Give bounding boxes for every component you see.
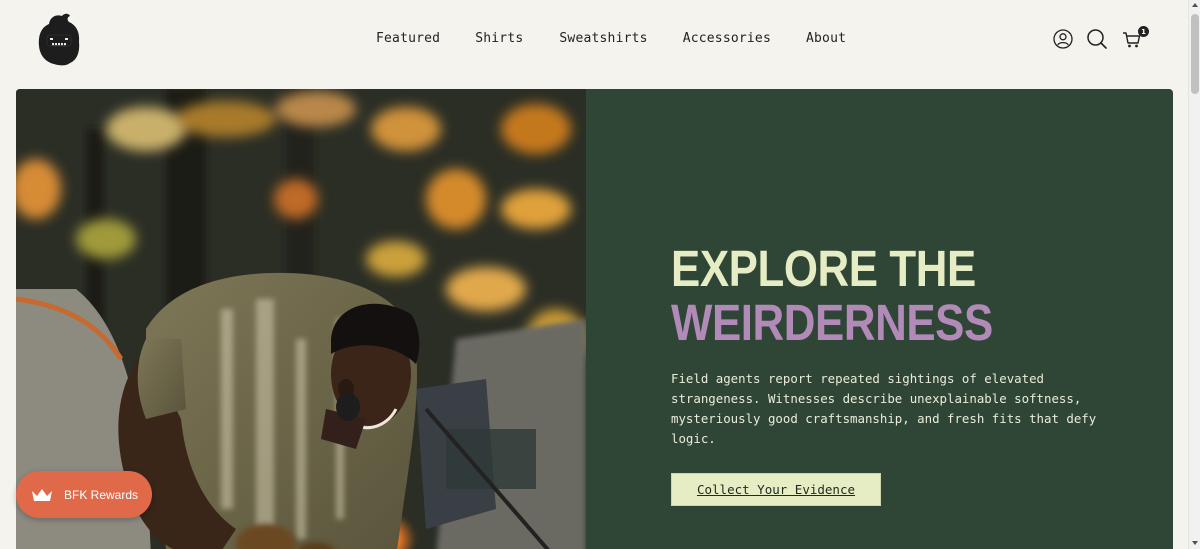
nav-item-featured[interactable]: Featured <box>376 31 440 46</box>
hero-description: Field agents report repeated sightings o… <box>671 371 1097 446</box>
nav-item-about[interactable]: About <box>806 31 846 46</box>
cart-button[interactable]: 1 <box>1122 26 1149 50</box>
scroll-down-arrow-icon[interactable] <box>1192 541 1198 545</box>
cart-count-badge: 1 <box>1138 26 1149 37</box>
hero-banner: EXPLORE THE WEIRDERNESS Field agents rep… <box>16 89 1173 549</box>
account-icon[interactable] <box>1052 28 1074 50</box>
headline-line-1: EXPLORE THE <box>671 240 976 297</box>
crown-icon <box>32 488 52 501</box>
nav-item-accessories[interactable]: Accessories <box>683 31 771 46</box>
nav-item-sweatshirts[interactable]: Sweatshirts <box>559 31 647 46</box>
bigfoot-logo-icon[interactable] <box>36 12 82 66</box>
rewards-button[interactable]: BFK Rewards <box>16 471 152 518</box>
headline-line-2: WEIRDERNESS <box>671 294 993 351</box>
rewards-label: BFK Rewards <box>64 487 139 502</box>
page-scrollbar[interactable] <box>1188 0 1200 549</box>
hero-headline: EXPLORE THE WEIRDERNESS <box>671 242 993 350</box>
hero-text-panel: EXPLORE THE WEIRDERNESS Field agents rep… <box>586 89 1173 549</box>
site-header: Featured Shirts Sweatshirts Accessories … <box>0 0 1188 80</box>
nav-item-shirts[interactable]: Shirts <box>475 31 523 46</box>
scrollbar-thumb[interactable] <box>1191 14 1199 94</box>
main-nav: Featured Shirts Sweatshirts Accessories … <box>376 31 846 46</box>
collect-evidence-button[interactable]: Collect Your Evidence <box>671 473 881 506</box>
scroll-up-arrow-icon[interactable] <box>1192 3 1198 7</box>
search-icon[interactable] <box>1086 28 1108 50</box>
header-icons: 1 <box>1052 26 1149 50</box>
